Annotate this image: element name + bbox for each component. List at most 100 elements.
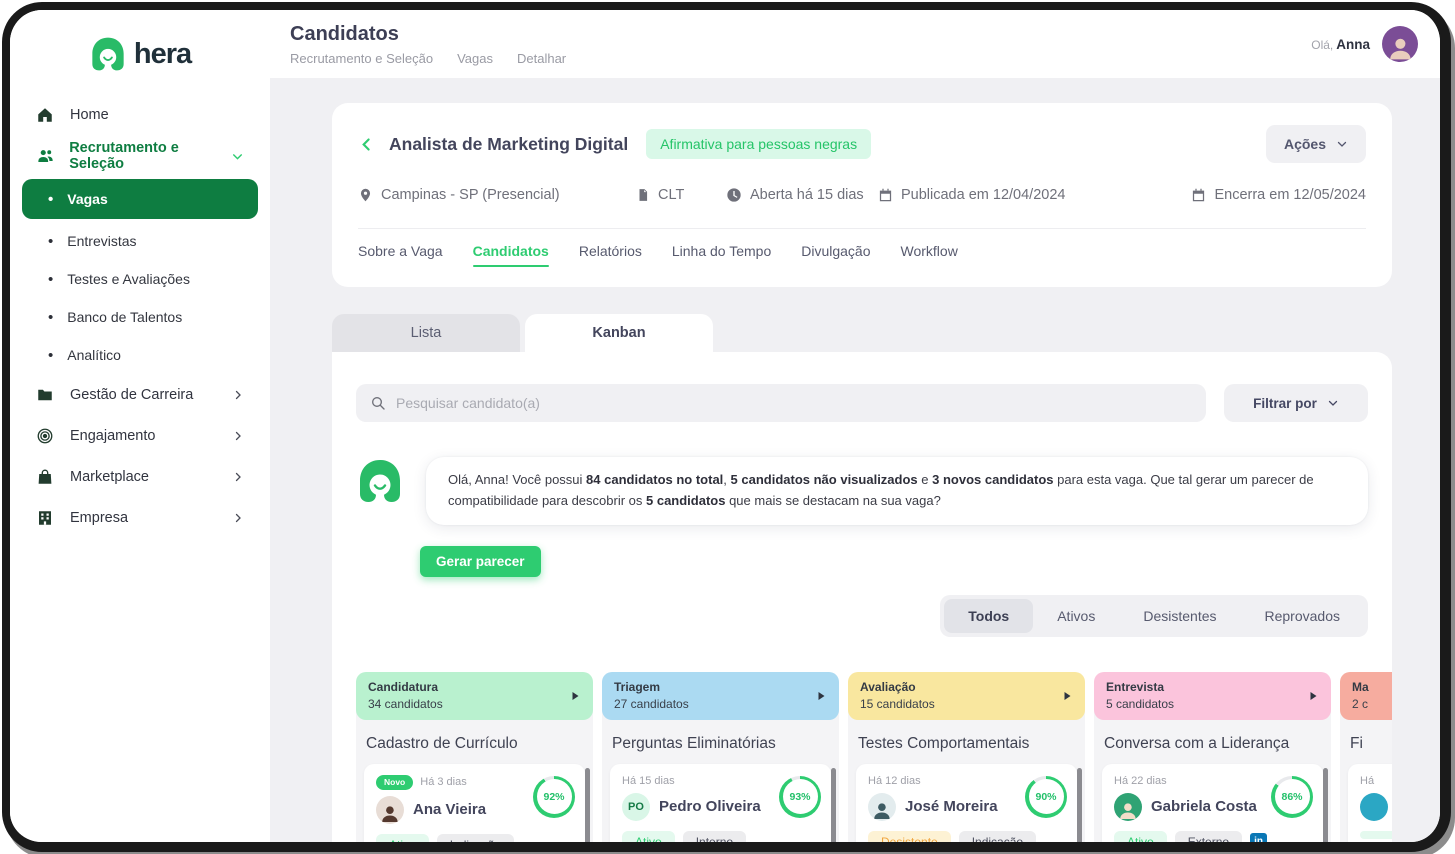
- column-header: Entrevista 5 candidatos: [1094, 672, 1331, 720]
- candidate-avatar: [376, 796, 404, 824]
- user-name: Anna: [1336, 37, 1370, 52]
- sidebar-item-gestao-carreira[interactable]: Gestão de Carreira: [26, 376, 254, 414]
- kanban-column-clipped: Ma 2 c Fi Há: [1340, 672, 1392, 842]
- bullet-icon: •: [48, 271, 53, 288]
- source-tag: Interno: [683, 831, 746, 842]
- filter-todos[interactable]: Todos: [944, 599, 1033, 633]
- collapse-arrow-icon[interactable]: [815, 690, 827, 702]
- sidebar-item-marketplace[interactable]: Marketplace: [26, 458, 254, 496]
- job-contract-type: CLT: [636, 187, 726, 203]
- sidebar: hera Home Recrutamento e Seleção • Vagas…: [10, 10, 270, 842]
- kanban-column-entrevista: Entrevista 5 candidatos Conversa com a L…: [1094, 672, 1331, 842]
- collapse-arrow-icon[interactable]: [569, 690, 581, 702]
- search-input[interactable]: [396, 395, 1192, 411]
- sidebar-item-engajamento[interactable]: Engajamento: [26, 417, 254, 455]
- sidebar-item-empresa[interactable]: Empresa: [26, 499, 254, 537]
- assistant-row: Olá, Anna! Você possui 84 candidatos no …: [356, 457, 1368, 525]
- sidebar-item-entrevistas[interactable]: • Entrevistas: [26, 223, 254, 259]
- source-tag: Indicação: [959, 831, 1036, 842]
- tab-divulgacao[interactable]: Divulgação: [801, 243, 870, 267]
- collapse-arrow-icon[interactable]: [1061, 690, 1073, 702]
- tab-relatorios[interactable]: Relatórios: [579, 243, 642, 267]
- column-header: Avaliação 15 candidatos: [848, 672, 1085, 720]
- collapse-arrow-icon[interactable]: [1307, 690, 1319, 702]
- job-title: Analista de Marketing Digital: [389, 134, 628, 155]
- candidate-avatar: [868, 793, 896, 821]
- card-time: Há 22 dias: [1114, 775, 1167, 787]
- back-chevron-icon[interactable]: [358, 136, 375, 153]
- source-tag: Externo: [1175, 831, 1242, 842]
- breadcrumb-item[interactable]: Recrutamento e Seleção: [290, 51, 433, 66]
- match-score: 90%: [1035, 791, 1056, 803]
- sidebar-item-vagas[interactable]: • Vagas: [22, 179, 258, 219]
- kanban-column-triagem: Triagem 27 candidatos Perguntas Eliminat…: [602, 672, 839, 842]
- view-tabs: Lista Kanban: [332, 314, 1392, 352]
- job-close-date: Encerra em 12/05/2024: [1191, 187, 1366, 203]
- breadcrumb-item[interactable]: Vagas: [457, 51, 493, 66]
- generate-report-button[interactable]: Gerar parecer: [420, 546, 541, 577]
- page-head: Candidatos Recrutamento e Seleção Vagas …: [290, 23, 566, 66]
- search-row: Filtrar por: [356, 384, 1368, 422]
- person-icon: [871, 799, 893, 821]
- tab-linha-do-tempo[interactable]: Linha do Tempo: [672, 243, 771, 267]
- column-scrollbar[interactable]: [585, 768, 590, 842]
- stage-count: 5 candidatos: [1106, 697, 1319, 711]
- tab-sobre-a-vaga[interactable]: Sobre a Vaga: [358, 243, 443, 267]
- page-title: Candidatos: [290, 23, 566, 46]
- stage-subtitle: Perguntas Eliminatórias: [612, 735, 833, 753]
- actions-button[interactable]: Ações: [1266, 125, 1366, 163]
- chevron-down-icon: [1327, 397, 1339, 409]
- bullet-icon: •: [48, 309, 53, 326]
- stage-name: Avaliação: [860, 680, 1073, 694]
- chevron-right-icon: [232, 512, 244, 524]
- column-scrollbar[interactable]: [1323, 768, 1328, 842]
- candidate-card[interactable]: Há 12 dias José Moreira 90% Desistente I…: [856, 764, 1077, 842]
- home-icon: [36, 105, 56, 125]
- candidate-card[interactable]: Novo Há 3 dias Ana Vieira 92% Ativo Indi…: [364, 764, 585, 842]
- bullet-icon: •: [48, 347, 53, 364]
- person-icon: [1117, 799, 1139, 821]
- candidate-card[interactable]: Há: [1348, 764, 1392, 842]
- tab-candidatos[interactable]: Candidatos: [473, 243, 549, 267]
- breadcrumb-item[interactable]: Detalhar: [517, 51, 566, 66]
- column-scrollbar[interactable]: [1077, 768, 1082, 842]
- filter-ativos[interactable]: Ativos: [1033, 599, 1119, 633]
- status-filters: Todos Ativos Desistentes Reprovados: [356, 595, 1368, 637]
- search-icon: [370, 395, 386, 411]
- candidate-card[interactable]: Há 22 dias Gabriela Costa 86% Ativo Exte…: [1102, 764, 1323, 842]
- tab-kanban[interactable]: Kanban: [525, 314, 713, 352]
- linkedin-icon[interactable]: in: [1250, 833, 1267, 842]
- status-tag: Ativo: [1114, 831, 1167, 842]
- sidebar-item-testes[interactable]: • Testes e Avaliações: [26, 261, 254, 297]
- user-greeting: Olá,Anna: [1311, 37, 1370, 52]
- sidebar-item-label: Gestão de Carreira: [70, 387, 193, 403]
- stage-name: Candidatura: [368, 680, 581, 694]
- chevron-right-icon: [232, 389, 244, 401]
- stage-subtitle: Conversa com a Liderança: [1104, 735, 1325, 753]
- status-tag: Desistente: [868, 831, 951, 842]
- filter-desistentes[interactable]: Desistentes: [1119, 599, 1240, 633]
- brand-name: hera: [134, 38, 191, 71]
- candidate-avatar: [1114, 793, 1142, 821]
- tab-workflow[interactable]: Workflow: [901, 243, 958, 267]
- content-scroll-area: Analista de Marketing Digital Afirmativa…: [270, 78, 1440, 842]
- sidebar-item-banco-talentos[interactable]: • Banco de Talentos: [26, 299, 254, 335]
- column-scrollbar[interactable]: [831, 768, 836, 842]
- sidebar-item-recrutamento[interactable]: Recrutamento e Seleção: [26, 137, 254, 175]
- chevron-down-icon: [1336, 138, 1348, 150]
- card-time: Há: [1360, 775, 1374, 787]
- filter-by-button[interactable]: Filtrar por: [1224, 384, 1368, 422]
- job-header-card: Analista de Marketing Digital Afirmativa…: [332, 103, 1392, 287]
- sidebar-item-analitico[interactable]: • Analítico: [26, 337, 254, 373]
- candidate-name: Gabriela Costa: [1151, 798, 1257, 815]
- sidebar-subitem-label: Entrevistas: [67, 233, 136, 249]
- filter-reprovados[interactable]: Reprovados: [1241, 599, 1365, 633]
- candidate-card[interactable]: Há 15 dias PO Pedro Oliveira 93% Ativo I…: [610, 764, 831, 842]
- user-avatar[interactable]: [1382, 26, 1418, 62]
- stage-name: Entrevista: [1106, 680, 1319, 694]
- tab-lista[interactable]: Lista: [332, 314, 520, 352]
- brand-logo[interactable]: hera: [20, 28, 260, 80]
- people-icon: [36, 146, 55, 166]
- sidebar-item-home[interactable]: Home: [26, 96, 254, 134]
- match-score-ring: 93%: [779, 776, 821, 818]
